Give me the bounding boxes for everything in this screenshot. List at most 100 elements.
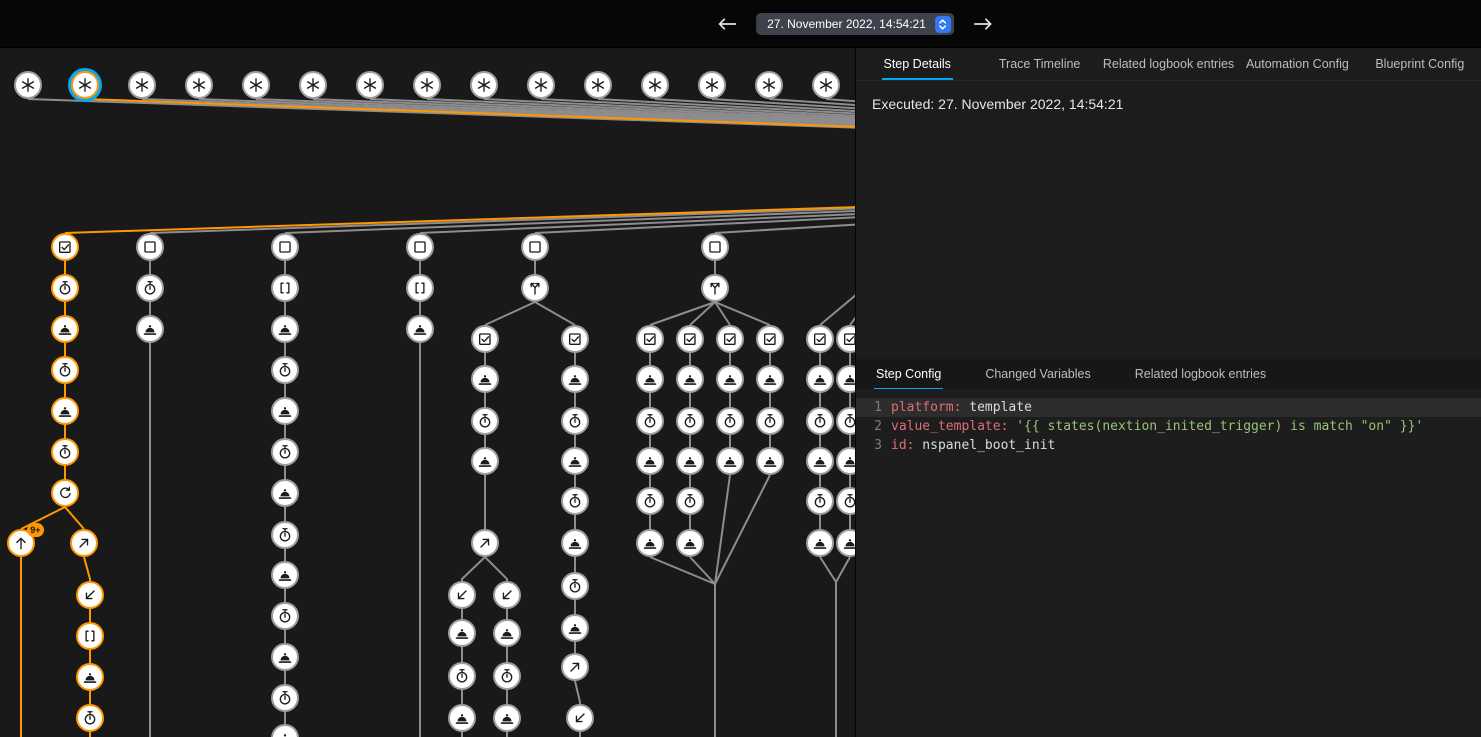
trace-node-service[interactable] <box>561 529 589 557</box>
trace-node-trigger[interactable] <box>242 71 270 99</box>
tab-step-config[interactable]: Step Config <box>874 359 943 389</box>
trace-node-timer[interactable] <box>136 274 164 302</box>
tab-automation-config[interactable]: Automation Config <box>1236 48 1358 80</box>
trace-node-timer[interactable] <box>806 487 834 515</box>
tab-trace-timeline[interactable]: Trace Timeline <box>978 48 1100 80</box>
trace-node-trigger[interactable] <box>299 71 327 99</box>
trace-node-brackets[interactable] <box>271 274 299 302</box>
trace-node-service[interactable] <box>806 447 834 475</box>
trace-node-service[interactable] <box>561 447 589 475</box>
trace-node-timer[interactable] <box>271 602 299 630</box>
trace-node-service[interactable] <box>271 479 299 507</box>
trace-node-trigger[interactable] <box>698 71 726 99</box>
trace-node-service[interactable] <box>493 704 521 732</box>
trace-node-service[interactable] <box>806 365 834 393</box>
trace-node-condition[interactable] <box>676 325 704 353</box>
trace-node-service[interactable] <box>756 365 784 393</box>
trace-run-selector[interactable]: 27. November 2022, 14:54:21 <box>756 13 954 35</box>
trace-node-timer[interactable] <box>636 407 664 435</box>
next-run-button[interactable] <box>970 11 996 37</box>
trace-node-service[interactable] <box>716 447 744 475</box>
trace-node-traverse[interactable] <box>701 274 729 302</box>
trace-node-timer[interactable] <box>676 407 704 435</box>
trace-node-timer[interactable] <box>493 662 521 690</box>
trace-node-service[interactable] <box>271 397 299 425</box>
trace-node-service[interactable] <box>636 365 664 393</box>
trace-node-service[interactable] <box>271 561 299 589</box>
trace-node-service[interactable] <box>136 315 164 343</box>
trace-node-arrow-down-left[interactable] <box>76 581 104 609</box>
trace-node-timer[interactable] <box>271 521 299 549</box>
trace-node-timer[interactable] <box>806 407 834 435</box>
trace-node-service[interactable] <box>561 614 589 642</box>
trace-node-service[interactable] <box>676 447 704 475</box>
trace-node-condition[interactable] <box>756 325 784 353</box>
trace-node-trigger[interactable] <box>413 71 441 99</box>
trace-node-timer[interactable] <box>271 684 299 712</box>
trace-node-trigger[interactable] <box>641 71 669 99</box>
previous-run-button[interactable] <box>714 11 740 37</box>
trace-node-condition[interactable] <box>561 325 589 353</box>
trace-node-trigger[interactable] <box>527 71 555 99</box>
trace-node-service[interactable] <box>471 365 499 393</box>
trace-node-timer[interactable] <box>561 407 589 435</box>
trace-node-arrow-down-left[interactable] <box>566 704 594 732</box>
trace-node-traverse[interactable] <box>521 274 549 302</box>
tab-step-details[interactable]: Step Details <box>856 48 978 80</box>
trace-node-timer[interactable] <box>636 487 664 515</box>
trace-node-arrow-up[interactable]: 9+ <box>7 529 35 557</box>
trace-node-arrow-up-right[interactable] <box>561 653 589 681</box>
trace-node-service[interactable] <box>448 704 476 732</box>
trace-node-arrow-down-left[interactable] <box>493 581 521 609</box>
trace-node-trigger[interactable] <box>755 71 783 99</box>
trace-node-service[interactable] <box>493 619 521 647</box>
trace-node-brackets[interactable] <box>76 622 104 650</box>
trace-node-timer[interactable] <box>51 356 79 384</box>
trace-node-square[interactable] <box>521 233 549 261</box>
trace-node-service[interactable] <box>471 447 499 475</box>
trace-node-service[interactable] <box>271 315 299 343</box>
trace-node-arrow-up-right[interactable] <box>471 529 499 557</box>
trace-node-timer[interactable] <box>561 487 589 515</box>
trace-node-service[interactable] <box>271 643 299 671</box>
trace-node-trigger[interactable] <box>470 71 498 99</box>
trace-node-service[interactable] <box>636 447 664 475</box>
trace-node-service[interactable] <box>756 447 784 475</box>
trace-node-timer[interactable] <box>756 407 784 435</box>
trace-node-timer[interactable] <box>676 487 704 515</box>
trace-node-trigger[interactable] <box>185 71 213 99</box>
trace-node-arrow-down-left[interactable] <box>448 581 476 609</box>
trace-node-timer[interactable] <box>76 704 104 732</box>
trace-node-timer[interactable] <box>51 274 79 302</box>
trace-node-condition[interactable] <box>51 233 79 261</box>
trace-node-trigger[interactable] <box>356 71 384 99</box>
trace-node-timer[interactable] <box>271 438 299 466</box>
trace-node-trigger[interactable] <box>71 71 99 99</box>
trace-node-condition[interactable] <box>806 325 834 353</box>
tab-changed-variables[interactable]: Changed Variables <box>983 359 1092 389</box>
trace-node-square[interactable] <box>136 233 164 261</box>
trace-node-service[interactable] <box>636 529 664 557</box>
tab-blueprint-config[interactable]: Blueprint Config <box>1359 48 1481 80</box>
trace-node-trigger[interactable] <box>812 71 840 99</box>
trace-node-square[interactable] <box>701 233 729 261</box>
trace-node-service[interactable] <box>676 529 704 557</box>
trace-node-condition[interactable] <box>471 325 499 353</box>
trace-node-timer[interactable] <box>561 572 589 600</box>
trace-node-repeat[interactable] <box>51 479 79 507</box>
tab-step-related-logbook-entries[interactable]: Related logbook entries <box>1133 359 1268 389</box>
trace-node-condition[interactable] <box>716 325 744 353</box>
trace-node-square[interactable] <box>406 233 434 261</box>
trace-node-trigger[interactable] <box>584 71 612 99</box>
trace-node-square[interactable] <box>271 233 299 261</box>
trace-node-service[interactable] <box>806 529 834 557</box>
trace-node-service[interactable] <box>76 663 104 691</box>
trace-node-service[interactable] <box>448 619 476 647</box>
trace-node-trigger[interactable] <box>14 71 42 99</box>
trace-node-timer[interactable] <box>448 662 476 690</box>
trace-node-timer[interactable] <box>716 407 744 435</box>
trace-node-service[interactable] <box>716 365 744 393</box>
tab-related-logbook-entries[interactable]: Related logbook entries <box>1101 48 1236 80</box>
trace-node-timer[interactable] <box>271 356 299 384</box>
trace-node-service[interactable] <box>51 315 79 343</box>
